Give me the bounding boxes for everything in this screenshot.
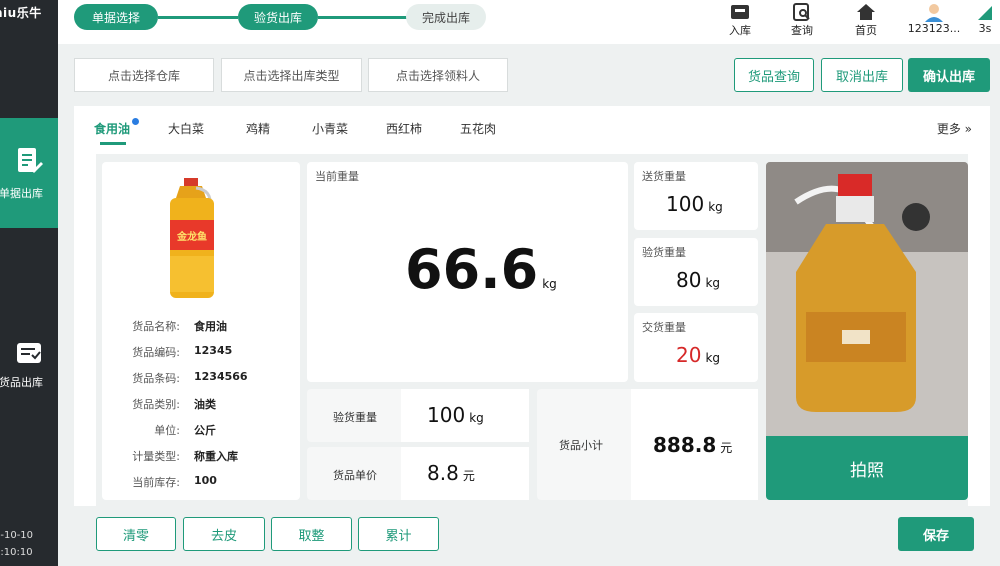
- step-inspect-outbound[interactable]: 验货出库: [238, 4, 318, 30]
- inspect-weight-value: 100 kg: [427, 403, 484, 427]
- inbox-icon: [731, 5, 749, 19]
- sidebar-date: 3-10-10: [0, 530, 34, 541]
- sidebar-item-goods-outbound[interactable]: 货品出库: [0, 325, 58, 405]
- product-info-card: 金龙鱼 货品名称: 食用油 货品编码: 12345 货品条码: 1234566 货品类…: [102, 162, 300, 500]
- current-weight-label: 当前重量: [315, 170, 359, 183]
- inspect-weight-label: 验货重量: [333, 411, 377, 424]
- info-row-barcode: 货品条码: 1234566: [132, 370, 248, 385]
- top-nav-user[interactable]: 123123...: [904, 2, 964, 35]
- top-nav-label: 查询: [791, 24, 813, 37]
- step-connector: [358, 16, 408, 19]
- clear-button[interactable]: 清零: [96, 517, 176, 551]
- captured-photo: [766, 162, 968, 437]
- accumulate-button[interactable]: 累计: [358, 517, 439, 551]
- top-nav-label: 3s: [978, 22, 992, 35]
- unit-price-card: 货品单价 8.8 元: [307, 447, 529, 500]
- tab-cabbage[interactable]: 大白菜: [168, 120, 204, 137]
- tab-chicken-essence[interactable]: 鸡精: [246, 120, 270, 137]
- document-edit-icon: [18, 148, 43, 173]
- round-button[interactable]: 取整: [271, 517, 352, 551]
- current-weight-value: 66.6 kg: [405, 238, 557, 301]
- outbound-type-select[interactable]: 点击选择出库类型: [221, 58, 362, 92]
- handover-weight-card: 交货重量 20 kg: [634, 313, 758, 382]
- warehouse-select[interactable]: 点击选择仓库: [74, 58, 214, 92]
- cancel-outbound-button[interactable]: 取消出库: [821, 58, 903, 92]
- sidebar-item-label: 货品出库: [0, 376, 43, 389]
- more-tabs-link[interactable]: 更多 »: [937, 120, 972, 137]
- sidebar-item-document-outbound[interactable]: 单据出库: [0, 118, 58, 228]
- inspected-weight-card: 验货重量 80 kg: [634, 238, 758, 306]
- top-bar: 单据选择 验货出库 完成出库 入库 查询 首页 123123... 3s: [58, 0, 1000, 44]
- tab-pork-belly[interactable]: 五花肉: [460, 120, 496, 137]
- info-row-measure-type: 计量类型: 称重入库: [132, 450, 238, 463]
- avatar-icon: [925, 4, 943, 22]
- handover-weight-label: 交货重量: [642, 321, 686, 334]
- inspect-weight-card: 验货重量 100 kg: [307, 389, 529, 442]
- oil-bottle-image: 金龙鱼: [170, 178, 214, 298]
- delivery-weight-card: 送货重量 100 kg: [634, 162, 758, 230]
- card-list-icon: [17, 343, 41, 363]
- top-nav-signal[interactable]: 3s: [970, 2, 1000, 35]
- search-doc-icon: [793, 3, 810, 21]
- subtotal-label: 货品小计: [559, 439, 603, 452]
- top-nav-label: 首页: [855, 24, 877, 37]
- goods-query-button[interactable]: 货品查询: [734, 58, 814, 92]
- info-row-name: 货品名称: 食用油: [132, 320, 227, 333]
- tab-tomato[interactable]: 西红柿: [386, 120, 422, 137]
- current-weight-card: 当前重量 66.6 kg: [307, 162, 628, 382]
- sidebar-time: 2:10:10: [0, 547, 33, 558]
- home-icon: [857, 4, 875, 20]
- take-photo-button[interactable]: 拍照: [766, 436, 968, 500]
- delivery-weight-value: 100 kg: [666, 192, 723, 216]
- inspected-weight-value: 80 kg: [676, 268, 721, 292]
- delivery-weight-label: 送货重量: [642, 170, 686, 183]
- info-row-code: 货品编码: 12345: [132, 344, 233, 359]
- info-row-stock: 当前库存: 100: [132, 474, 217, 489]
- top-nav-label: 123123...: [907, 22, 961, 35]
- inspected-weight-label: 验货重量: [642, 246, 686, 259]
- active-tab-indicator: [100, 142, 126, 145]
- step-connector: [158, 16, 238, 19]
- subtotal-card: 货品小计 888.8 元: [537, 389, 758, 500]
- info-row-unit: 单位: 公斤: [154, 424, 216, 437]
- save-button[interactable]: 保存: [898, 517, 974, 551]
- tare-button[interactable]: 去皮: [183, 517, 265, 551]
- sidebar-item-label: 单据出库: [0, 187, 43, 200]
- selected-badge-icon: [132, 118, 139, 125]
- tab-cooking-oil[interactable]: 食用油: [94, 120, 130, 137]
- step-complete-outbound[interactable]: 完成出库: [406, 4, 486, 30]
- app-logo: niu乐牛: [0, 6, 42, 20]
- top-nav-query[interactable]: 查询: [778, 2, 826, 38]
- subtotal-value: 888.8 元: [653, 433, 733, 457]
- tab-bok-choy[interactable]: 小青菜: [312, 120, 348, 137]
- top-nav-home[interactable]: 首页: [842, 2, 890, 38]
- unit-price-label: 货品单价: [333, 469, 377, 482]
- oil-bottle-photo: [766, 162, 968, 437]
- confirm-outbound-button[interactable]: 确认出库: [908, 58, 990, 92]
- signal-icon: [978, 6, 992, 20]
- top-nav-inbound[interactable]: 入库: [716, 2, 764, 38]
- handover-weight-value: 20 kg: [676, 343, 721, 367]
- info-row-category: 货品类别: 油类: [132, 398, 216, 411]
- step-document-select[interactable]: 单据选择: [74, 4, 158, 30]
- sidebar: niu乐牛 单据出库 货品出库 3-10-10 2:10:10: [0, 0, 58, 566]
- receiver-select[interactable]: 点击选择领料人: [368, 58, 508, 92]
- top-nav-label: 入库: [729, 24, 751, 37]
- unit-price-value: 8.8 元: [427, 461, 475, 485]
- svg-text:金龙鱼: 金龙鱼: [176, 230, 207, 243]
